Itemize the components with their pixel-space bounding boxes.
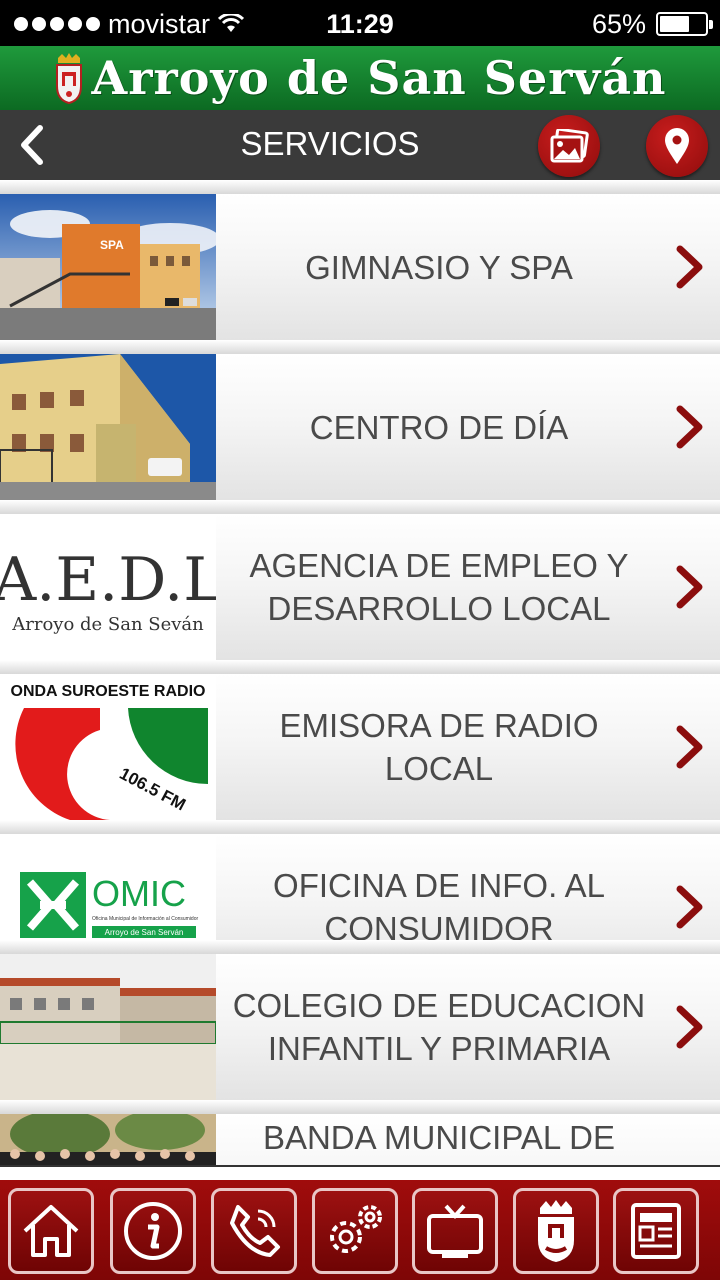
settings-icon bbox=[330, 1205, 382, 1253]
bottom-tab-bar bbox=[0, 1180, 720, 1280]
tab-settings[interactable] bbox=[312, 1188, 398, 1274]
row-divider bbox=[0, 340, 720, 354]
service-card-school[interactable]: COLEGIO DE EDUCACION INFANTIL Y PRIMARIA bbox=[0, 954, 720, 1100]
tab-tv[interactable] bbox=[412, 1188, 498, 1274]
gym-spa-photo: SPA bbox=[0, 194, 216, 340]
list-item[interactable]: SPA GIMNASIO Y SPA bbox=[0, 180, 720, 340]
tab-info[interactable] bbox=[110, 1188, 196, 1274]
aedl-logo-title: A.E.D.L bbox=[0, 545, 216, 615]
omic-logo-subtitle: Oficina Municipal de Información al Cons… bbox=[92, 916, 198, 922]
service-card-employment-agency[interactable]: A.E.D.L Arroyo de San Seván AGENCIA DE E… bbox=[0, 514, 720, 660]
chevron-right-icon bbox=[672, 724, 706, 770]
list-item[interactable]: COLEGIO DE EDUCACION INFANTIL Y PRIMARIA bbox=[0, 940, 720, 1120]
band-photo bbox=[0, 1114, 216, 1166]
gallery-button[interactable] bbox=[538, 115, 600, 177]
chevron-right-icon bbox=[672, 884, 706, 930]
row-divider bbox=[0, 940, 720, 954]
service-card-gym-spa[interactable]: SPA GIMNASIO Y SPA bbox=[0, 194, 720, 340]
day-center-photo bbox=[0, 354, 216, 500]
spa-sign: SPA bbox=[100, 238, 124, 252]
school-photo bbox=[0, 954, 216, 1100]
service-label: COLEGIO DE EDUCACION INFANTIL Y PRIMARIA bbox=[232, 987, 646, 1067]
service-card-day-center[interactable]: CENTRO DE DÍA bbox=[0, 354, 720, 500]
list-item[interactable]: A.E.D.L Arroyo de San Seván AGENCIA DE E… bbox=[0, 500, 720, 660]
home-icon bbox=[23, 1205, 79, 1257]
info-icon bbox=[124, 1202, 182, 1260]
radio-logo-title: ONDA SUROESTE RADIO bbox=[11, 683, 206, 700]
map-location-button[interactable] bbox=[646, 115, 708, 177]
nav-bar: SERVICIOS bbox=[0, 110, 720, 180]
service-label: EMISORA DE RADIO LOCAL bbox=[279, 707, 599, 787]
tv-icon bbox=[427, 1204, 483, 1258]
map-pin-icon bbox=[665, 128, 689, 164]
photo-gallery-icon bbox=[550, 129, 589, 163]
phone-icon bbox=[230, 1205, 280, 1257]
coat-of-arms-icon bbox=[538, 1200, 574, 1262]
row-divider bbox=[0, 500, 720, 514]
omic-logo-title: OMIC bbox=[92, 873, 186, 914]
status-bar: movistar 11:29 65% bbox=[0, 0, 720, 46]
list-item[interactable]: CENTRO DE DÍA bbox=[0, 340, 720, 500]
banner-title: Arroyo de San Serván bbox=[91, 51, 667, 105]
news-icon bbox=[631, 1203, 681, 1259]
services-list: SPA GIMNASIO Y SPA CENTRO DE DÍA A.E.D.L… bbox=[0, 180, 720, 1166]
row-divider bbox=[0, 820, 720, 834]
row-divider bbox=[0, 180, 720, 194]
service-label: AGENCIA DE EMPLEO Y DESARROLLO LOCAL bbox=[249, 547, 629, 627]
battery-percent: 65% bbox=[591, 8, 646, 39]
tab-news[interactable] bbox=[613, 1188, 699, 1274]
row-divider bbox=[0, 660, 720, 674]
tab-town-hall[interactable] bbox=[513, 1188, 599, 1274]
crest-icon bbox=[55, 53, 82, 104]
battery-group: 65% bbox=[591, 6, 713, 42]
service-label: BANDA MUNICIPAL DE bbox=[262, 1119, 616, 1156]
service-label: GIMNASIO Y SPA bbox=[305, 248, 573, 286]
list-bottom-border bbox=[0, 1165, 720, 1167]
row-divider bbox=[0, 1100, 720, 1114]
town-banner: Arroyo de San Serván bbox=[0, 46, 720, 110]
service-card-municipal-band[interactable]: BANDA MUNICIPAL DE bbox=[0, 1114, 720, 1166]
tab-home[interactable] bbox=[8, 1188, 94, 1274]
chevron-right-icon bbox=[672, 244, 706, 290]
list-item[interactable]: ONDA SUROESTE RADIO 106.5 FM EMISORA DE … bbox=[0, 660, 720, 820]
omic-logo-town: Arroyo de San Serván bbox=[105, 928, 184, 937]
aedl-logo-subtitle: Arroyo de San Seván bbox=[11, 614, 204, 635]
list-item[interactable]: BANDA MUNICIPAL DE bbox=[0, 1100, 720, 1166]
tab-phone[interactable] bbox=[211, 1188, 297, 1274]
chevron-right-icon bbox=[672, 1004, 706, 1050]
battery-icon bbox=[656, 12, 713, 36]
aedl-logo: A.E.D.L Arroyo de San Seván bbox=[0, 514, 216, 660]
service-label: CENTRO DE DÍA bbox=[309, 408, 569, 446]
chevron-right-icon bbox=[672, 564, 706, 610]
radio-logo: ONDA SUROESTE RADIO 106.5 FM bbox=[0, 674, 216, 820]
service-card-radio[interactable]: ONDA SUROESTE RADIO 106.5 FM EMISORA DE … bbox=[0, 674, 720, 820]
chevron-right-icon bbox=[672, 404, 706, 450]
